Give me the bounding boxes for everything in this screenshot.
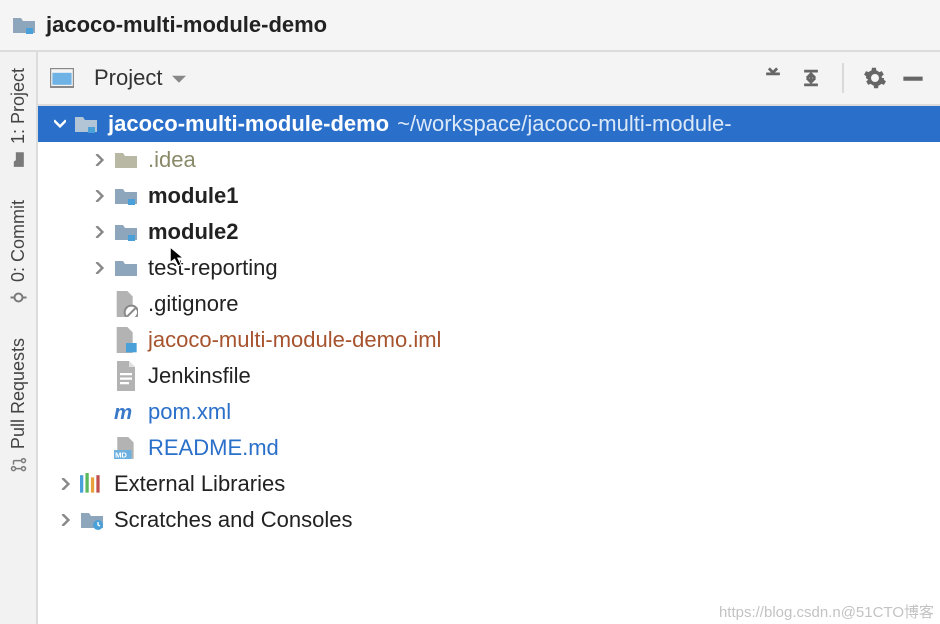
chevron-right-icon[interactable] <box>58 512 74 528</box>
chevron-right-icon[interactable] <box>58 476 74 492</box>
tree-node-label: test-reporting <box>148 255 278 281</box>
tree-node-label: External Libraries <box>114 471 285 497</box>
breadcrumb-project[interactable]: jacoco-multi-module-demo <box>46 12 327 38</box>
tree-node-label: jacoco-multi-module-demo <box>108 111 389 137</box>
tree-node-label: README.md <box>148 435 279 461</box>
folder-icon <box>114 185 138 207</box>
tree-row[interactable]: module1 <box>38 178 940 214</box>
left-tab-label: 0: Commit <box>8 200 29 282</box>
expand-all-icon[interactable] <box>796 63 826 93</box>
tree-node-path: ~/workspace/jacoco-multi-module- <box>397 111 731 137</box>
left-gutter: 1: Project 0: Commit Pull Requests <box>0 52 38 624</box>
left-tab-project[interactable]: 1: Project <box>6 58 31 178</box>
tree-row[interactable]: .gitignore <box>38 286 940 322</box>
chevron-right-icon[interactable] <box>92 224 108 240</box>
left-tab-label: Pull Requests <box>8 338 29 449</box>
tree-node-label: module1 <box>148 183 238 209</box>
hide-icon[interactable] <box>898 63 928 93</box>
left-tab-label: 1: Project <box>8 68 29 144</box>
maven-icon: m <box>114 401 138 423</box>
chevron-right-icon[interactable] <box>92 188 108 204</box>
folder-icon <box>12 14 36 36</box>
tree-node-label: jacoco-multi-module-demo.iml <box>148 327 441 353</box>
breadcrumb: jacoco-multi-module-demo <box>0 0 940 52</box>
tree-row[interactable]: m pom.xml <box>38 394 940 430</box>
project-tree[interactable]: jacoco-multi-module-demo ~/workspace/jac… <box>38 106 940 624</box>
file-icon <box>114 365 138 387</box>
tree-node-label: module2 <box>148 219 238 245</box>
project-view-label: Project <box>94 65 162 91</box>
folder-icon <box>114 149 138 171</box>
project-view-selector[interactable]: Project <box>50 65 186 91</box>
project-toolbar: Project <box>38 52 940 106</box>
folder-icon <box>10 150 26 171</box>
left-tab-commit[interactable]: 0: Commit <box>6 190 31 316</box>
left-tab-pull-requests[interactable]: Pull Requests <box>6 328 31 483</box>
commit-icon <box>10 288 26 309</box>
toolbar-separator <box>842 63 844 93</box>
tree-scratches[interactable]: Scratches and Consoles <box>38 502 940 538</box>
svg-text:MD: MD <box>115 451 127 459</box>
chevron-right-icon[interactable] <box>92 260 108 276</box>
tree-node-label: .gitignore <box>148 291 239 317</box>
chevron-down-icon <box>172 65 186 91</box>
chevron-down-icon[interactable] <box>52 116 68 132</box>
tree-row[interactable]: module2 <box>38 214 940 250</box>
iml-file-icon <box>114 329 138 351</box>
collapse-all-icon[interactable] <box>758 63 788 93</box>
folder-icon <box>114 257 138 279</box>
markdown-icon: MD <box>114 437 138 459</box>
folder-icon <box>114 221 138 243</box>
tree-row[interactable]: .idea <box>38 142 940 178</box>
pull-request-icon <box>10 455 26 476</box>
tree-row[interactable]: MD README.md <box>38 430 940 466</box>
chevron-right-icon[interactable] <box>92 152 108 168</box>
tree-row[interactable]: jacoco-multi-module-demo.iml <box>38 322 940 358</box>
tree-node-label: Scratches and Consoles <box>114 507 352 533</box>
scratches-icon <box>80 509 104 531</box>
libraries-icon <box>80 473 104 495</box>
tree-node-label: Jenkinsfile <box>148 363 251 389</box>
tree-external-libraries[interactable]: External Libraries <box>38 466 940 502</box>
window-icon <box>50 67 74 89</box>
module-folder-icon <box>74 113 98 135</box>
gear-icon[interactable] <box>860 63 890 93</box>
tree-row[interactable]: Jenkinsfile <box>38 358 940 394</box>
tree-node-label: .idea <box>148 147 196 173</box>
tree-row[interactable]: test-reporting <box>38 250 940 286</box>
svg-text:m: m <box>114 402 132 424</box>
gitignore-icon <box>114 293 138 315</box>
watermark: https://blog.csdn.n@51CTO博客 <box>719 601 934 622</box>
tree-node-label: pom.xml <box>148 399 231 425</box>
tree-root-row[interactable]: jacoco-multi-module-demo ~/workspace/jac… <box>38 106 940 142</box>
